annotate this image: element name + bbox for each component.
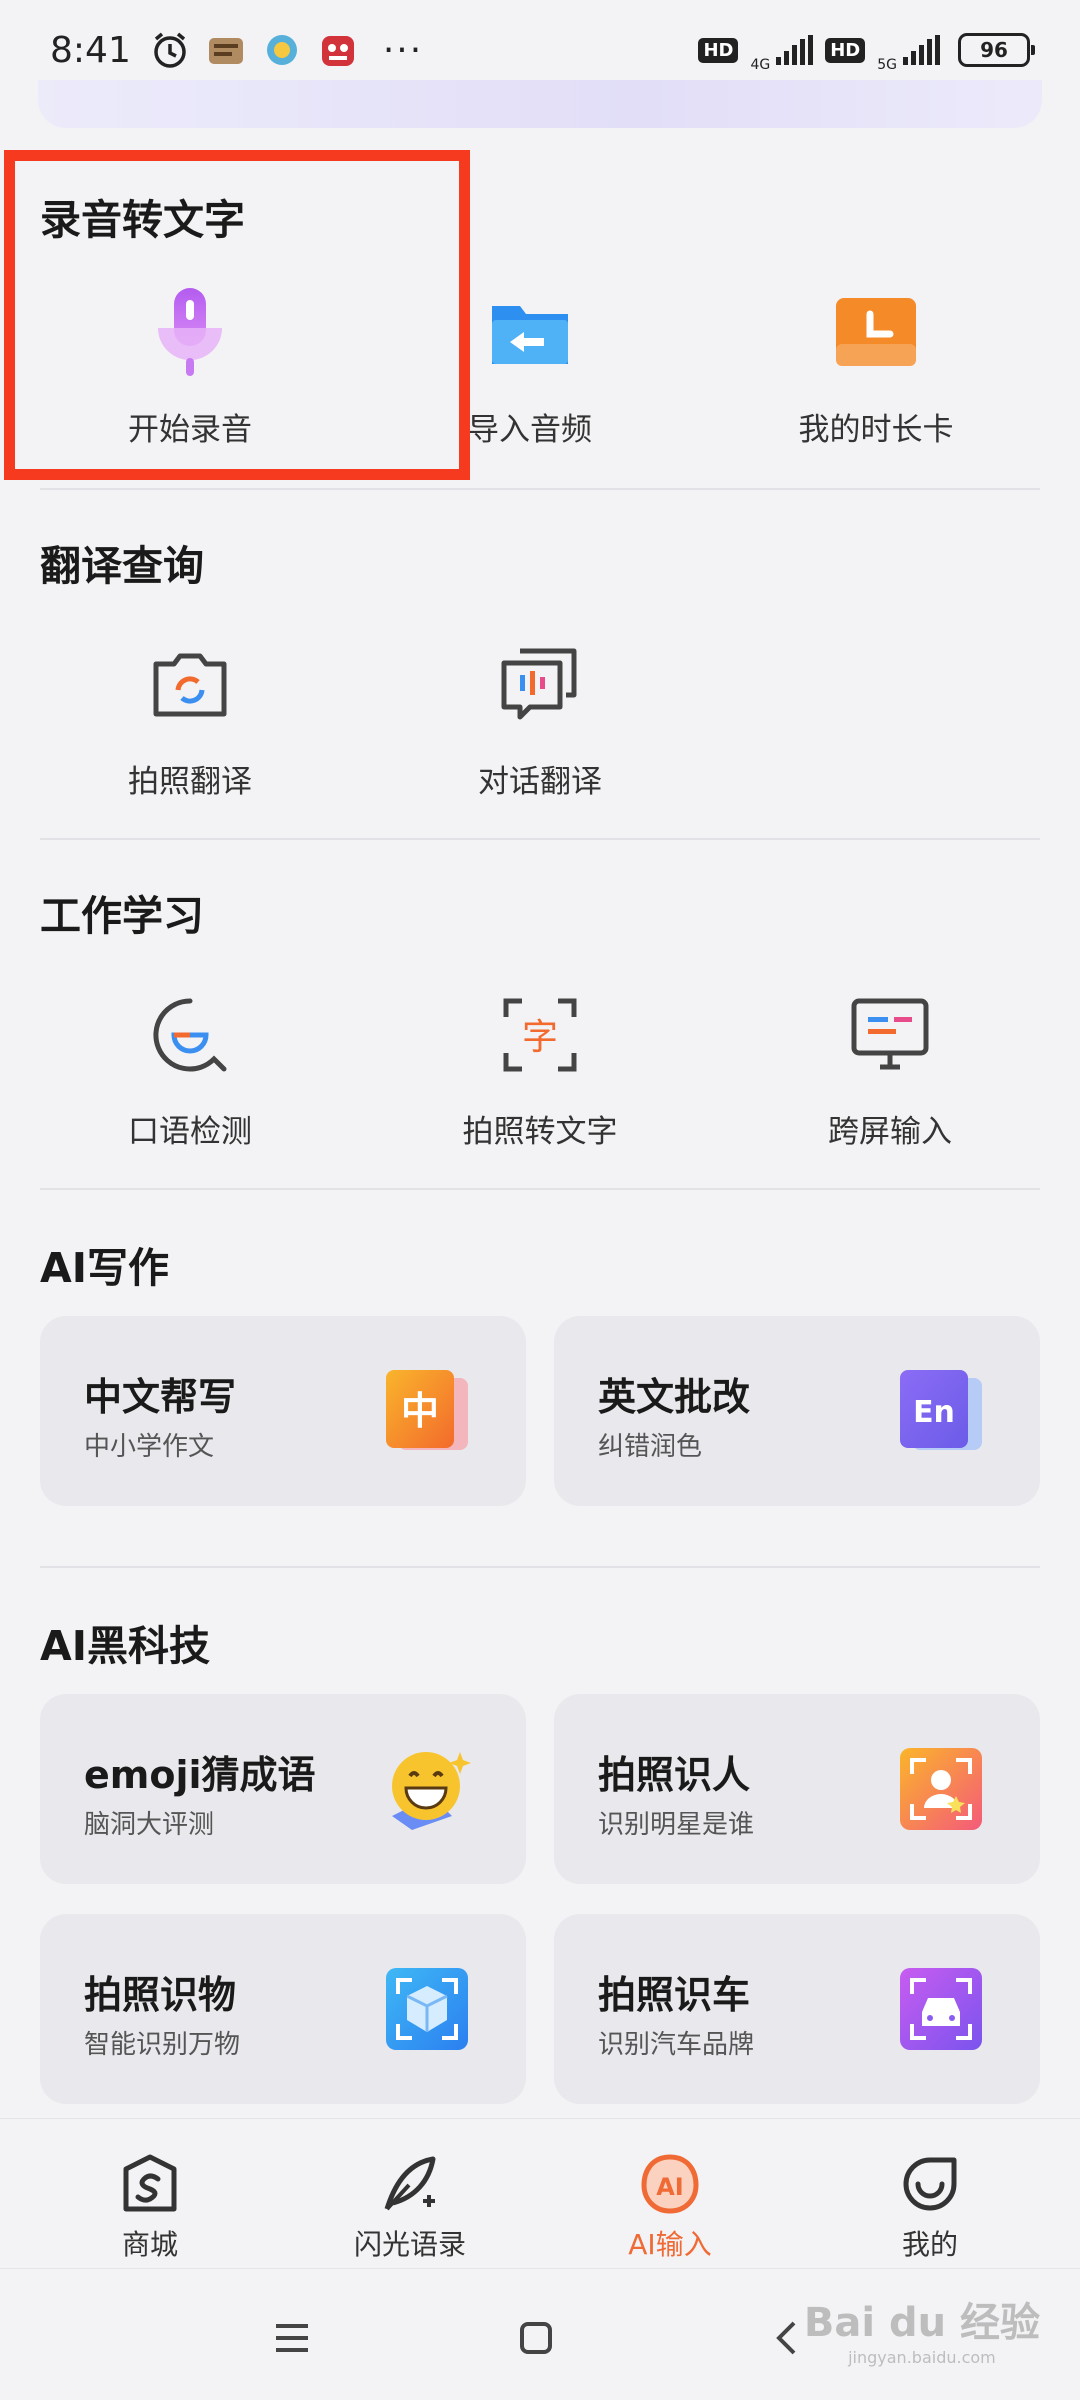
app-notification-icon — [205, 29, 247, 71]
clock-card-icon — [831, 288, 921, 378]
bottom-navigation: 商城 闪光语录 AI AI输入 我的 — [0, 2118, 1080, 2268]
signal-icon — [776, 35, 814, 65]
watermark-logo: Bai du 经验 — [803, 2300, 1040, 2346]
card-title: 中文帮写 — [84, 1375, 237, 1419]
battery-icon: 96 — [958, 33, 1035, 67]
tool-label: 对话翻译 — [478, 764, 602, 800]
cube-scan-icon — [384, 1966, 470, 2052]
folder-icon — [485, 288, 575, 378]
section-title-writing: AI写作 — [40, 1244, 169, 1292]
nav-tab-mall[interactable]: 商城 — [50, 2151, 250, 2263]
network-type: 5G — [877, 57, 897, 73]
photo-recognize-person-card[interactable]: 拍照识人 识别明星是谁 — [554, 1694, 1040, 1884]
section-title-work: 工作学习 — [40, 892, 204, 940]
chinese-icon-text: 中 — [401, 1389, 439, 1433]
network-type: 4G — [750, 57, 771, 73]
person-scan-icon — [898, 1746, 984, 1832]
tool-label: 我的时长卡 — [798, 412, 954, 448]
top-banner[interactable] — [38, 80, 1042, 128]
highlight-annotation-box — [4, 150, 470, 480]
scan-text-icon: 字 — [495, 990, 585, 1080]
nav-label: 商城 — [121, 2228, 178, 2261]
divider — [40, 488, 1040, 490]
card-subtitle: 脑洞大评测 — [84, 1810, 215, 1840]
chinese-char-icon: 中 — [384, 1368, 470, 1454]
dialog-translate-button[interactable]: 对话翻译 — [410, 640, 670, 801]
watermark-url: jingyan.baidu.com — [848, 2348, 996, 2367]
hd-badge: HD — [698, 37, 739, 63]
nav-label: AI输入 — [628, 2228, 712, 2261]
signal-icon — [903, 35, 940, 65]
alarm-icon — [149, 29, 191, 71]
photo-recognize-car-card[interactable]: 拍照识车 识别汽车品牌 — [554, 1914, 1040, 2104]
photo-recognize-object-card[interactable]: 拍照识物 智能识别万物 — [40, 1914, 526, 2104]
nav-tab-ai-input[interactable]: AI AI输入 — [570, 2151, 770, 2263]
card-subtitle: 中小学作文 — [84, 1432, 215, 1462]
divider — [40, 1188, 1040, 1190]
mall-icon — [117, 2151, 183, 2217]
chinese-writing-card[interactable]: 中文帮写 中小学作文 中 — [40, 1316, 526, 1506]
app-notification-icon — [317, 29, 359, 71]
card-title: emoji猜成语 — [84, 1753, 316, 1797]
english-letter-icon: En — [898, 1368, 984, 1454]
hd-badge: HD — [825, 37, 866, 63]
home-icon[interactable] — [506, 2313, 566, 2363]
section-title-translate: 翻译查询 — [40, 542, 204, 590]
smile-face-icon — [897, 2151, 963, 2217]
svg-text:字: 字 — [522, 1017, 558, 1058]
card-title: 英文批改 — [598, 1375, 751, 1419]
speech-check-icon — [145, 990, 235, 1080]
emoji-idiom-card[interactable]: emoji猜成语 脑洞大评测 — [40, 1694, 526, 1884]
card-title: 拍照识人 — [598, 1753, 751, 1797]
divider — [40, 838, 1040, 840]
nav-tab-flash-quotes[interactable]: 闪光语录 — [310, 2151, 510, 2263]
photo-translate-button[interactable]: 拍照翻译 — [60, 640, 320, 801]
card-subtitle: 智能识别万物 — [84, 2030, 241, 2060]
tool-label: 拍照翻译 — [128, 764, 252, 800]
cross-screen-input-button[interactable]: 跨屏输入 — [760, 990, 1020, 1151]
camera-translate-icon — [145, 640, 235, 730]
card-title: 拍照识物 — [84, 1973, 237, 2017]
my-duration-card-button[interactable]: 我的时长卡 — [746, 288, 1006, 449]
more-notifications: ··· — [382, 29, 424, 71]
grinning-emoji-icon — [384, 1746, 471, 1832]
photo-to-text-button[interactable]: 字 拍照转文字 — [410, 990, 670, 1151]
notification-icons — [149, 29, 359, 71]
card-subtitle: 识别汽车品牌 — [598, 2030, 755, 2060]
status-right: HD 4G HD 5G 96 — [698, 27, 1035, 73]
tool-label: 导入音频 — [468, 412, 592, 448]
menu-icon[interactable] — [262, 2313, 322, 2363]
section-title-tech: AI黑科技 — [40, 1622, 210, 1670]
watermark: Bai du 经验 jingyan.baidu.com — [804, 2290, 1040, 2367]
card-title: 拍照识车 — [598, 1973, 751, 2017]
tool-label: 口语检测 — [128, 1114, 252, 1150]
english-icon-text: En — [913, 1395, 955, 1430]
oral-test-button[interactable]: 口语检测 — [60, 990, 320, 1151]
ai-input-icon: AI — [637, 2151, 703, 2217]
ai-icon-text: AI — [656, 2173, 684, 2201]
card-subtitle: 识别明星是谁 — [598, 1810, 755, 1840]
nav-label: 闪光语录 — [353, 2228, 466, 2261]
nav-tab-mine[interactable]: 我的 — [830, 2151, 1030, 2263]
tool-label: 跨屏输入 — [828, 1114, 952, 1150]
app-notification-icon — [261, 29, 303, 71]
tool-label: 拍照转文字 — [462, 1114, 618, 1150]
nav-label: 我的 — [901, 2228, 958, 2261]
car-scan-icon — [898, 1966, 984, 2052]
status-time: 8:41 — [50, 29, 131, 71]
monitor-icon — [845, 990, 935, 1080]
chat-translate-icon — [495, 640, 585, 730]
english-correction-card[interactable]: 英文批改 纠错润色 En — [554, 1316, 1040, 1506]
divider — [40, 1566, 1040, 1568]
card-subtitle: 纠错润色 — [598, 1432, 703, 1462]
feather-icon — [377, 2151, 443, 2217]
